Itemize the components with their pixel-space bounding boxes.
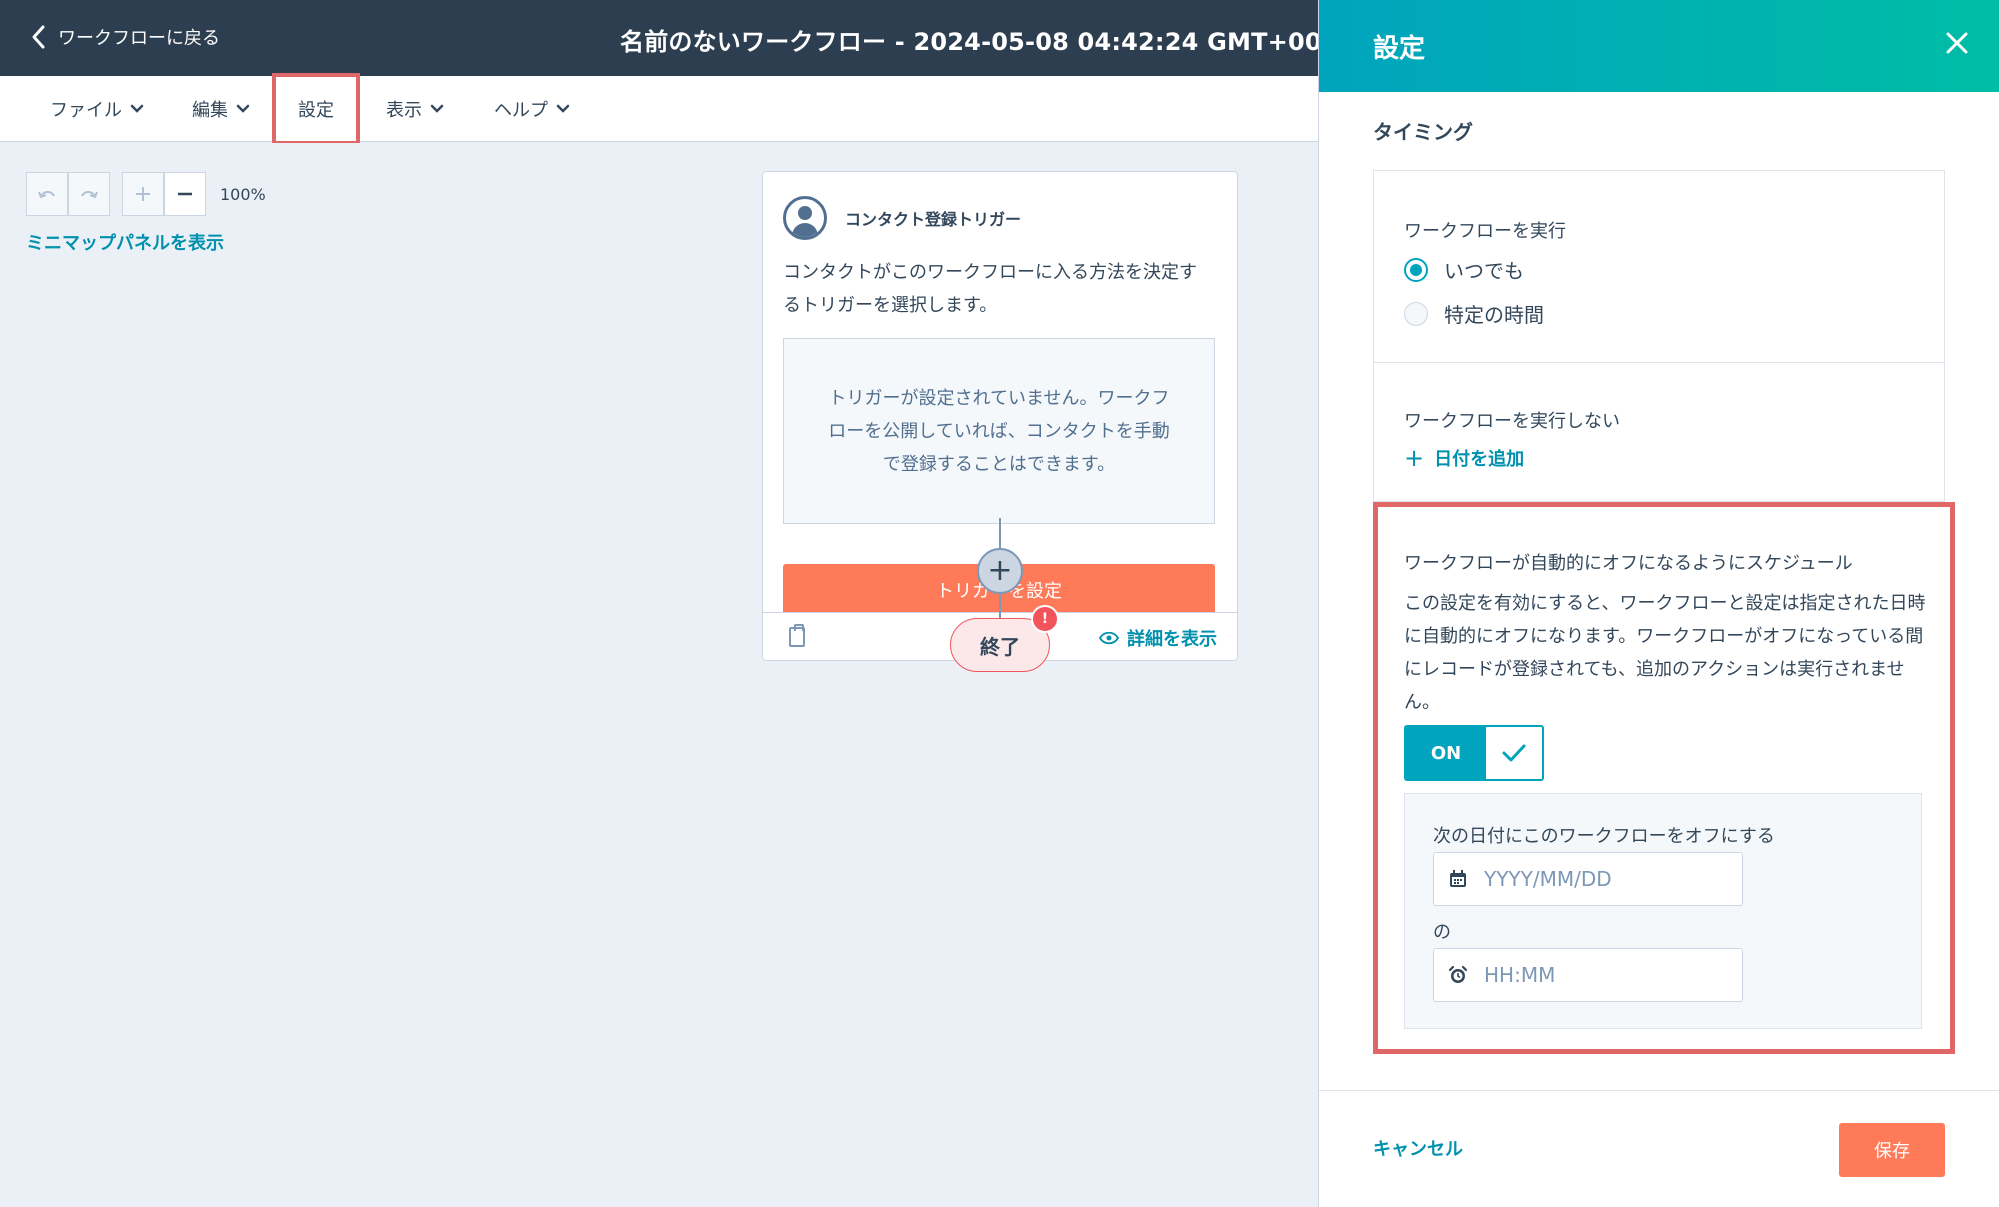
off-date-box: 次の日付にこのワークフローをオフにする YYYY/MM/DD の HH:MM — [1404, 793, 1922, 1029]
zoom-controls: 100% — [26, 172, 266, 216]
zoom-out-button[interactable] — [164, 172, 206, 216]
radio-anytime[interactable]: いつでも — [1404, 255, 1524, 284]
save-button[interactable]: 保存 — [1839, 1123, 1945, 1177]
radio-button-unchecked[interactable] — [1404, 301, 1428, 326]
undo-icon — [38, 191, 55, 199]
menu-help[interactable]: ヘルプ — [494, 76, 570, 142]
undo-button[interactable] — [26, 172, 68, 216]
menu-view[interactable]: 表示 — [386, 76, 444, 142]
calendar-icon — [1450, 870, 1466, 887]
view-details-link[interactable]: 詳細を表示 — [1099, 625, 1217, 651]
toggle-on-label: ON — [1406, 727, 1486, 779]
radio-button-checked[interactable] — [1404, 257, 1428, 282]
card-title: コンタクト登録トリガー — [845, 210, 1022, 229]
date-input[interactable]: YYYY/MM/DD — [1433, 852, 1743, 906]
add-date-link[interactable]: + 日付を追加 — [1404, 445, 1524, 471]
radio-specific-time[interactable]: 特定の時間 — [1404, 299, 1544, 328]
timing-heading: タイミング — [1373, 120, 1473, 144]
date-placeholder: YYYY/MM/DD — [1484, 867, 1612, 891]
menu-settings-label: 設定 — [298, 100, 334, 121]
run-timing-box: ワークフローを実行 いつでも 特定の時間 — [1373, 170, 1945, 362]
check-icon — [1502, 744, 1526, 762]
menu-edit-label: 編集 — [192, 100, 228, 121]
menu-file-label: ファイル — [50, 100, 122, 121]
radio-specific-time-label: 特定の時間 — [1444, 303, 1544, 327]
add-action-button[interactable]: + — [977, 548, 1023, 594]
schedule-off-section: ワークフローが自動的にオフになるようにスケジュール この設定を有効にすると、ワー… — [1373, 502, 1955, 1054]
view-details-label: 詳細を表示 — [1127, 629, 1217, 650]
settings-panel: 設定 タイミング ワークフローを実行 いつでも 特定の時間 ワークフローを実行し… — [1318, 0, 1999, 1207]
panel-footer: キャンセル 保存 — [1319, 1090, 1999, 1207]
redo-icon — [81, 191, 98, 199]
do-not-run-box: ワークフローを実行しない + 日付を追加 — [1373, 362, 1945, 502]
plus-icon: + — [1404, 444, 1425, 472]
contact-avatar-icon — [783, 196, 827, 240]
time-input[interactable]: HH:MM — [1433, 948, 1743, 1002]
menu-edit[interactable]: 編集 — [192, 76, 250, 142]
empty-trigger-message: トリガーが設定されていません。ワークフローを公開していれば、コンタクトを手動で登… — [783, 338, 1215, 524]
workflow-canvas[interactable]: 100% ミニマップパネルを表示 コンタクト登録トリガー コンタクトがこのワーク… — [0, 143, 1318, 1207]
zoom-level: 100% — [220, 184, 266, 204]
connector-line — [999, 594, 1001, 618]
schedule-off-description: この設定を有効にすると、ワークフローと設定は指定された日時に自動的にオフになりま… — [1404, 593, 1926, 713]
cancel-button[interactable]: キャンセル — [1373, 1135, 1463, 1161]
time-placeholder: HH:MM — [1484, 963, 1556, 987]
chevron-down-icon — [130, 104, 144, 113]
of-label: の — [1433, 922, 1451, 943]
alert-badge: ! — [1031, 605, 1059, 633]
clipboard-icon[interactable] — [789, 624, 805, 647]
menu-settings[interactable]: 設定 — [272, 73, 360, 145]
close-icon[interactable] — [1942, 28, 1972, 58]
alarm-clock-icon — [1448, 965, 1468, 983]
show-minimap-link[interactable]: ミニマップパネルを表示 — [26, 229, 224, 255]
chevron-down-icon — [236, 104, 250, 113]
menu-view-label: 表示 — [386, 100, 422, 121]
panel-header: 設定 — [1319, 0, 1999, 92]
off-date-label: 次の日付にこのワークフローをオフにする — [1433, 826, 1775, 847]
menu-help-label: ヘルプ — [494, 100, 548, 121]
run-workflow-label: ワークフローを実行 — [1404, 221, 1566, 242]
card-description: コンタクトがこのワークフローに入る方法を決定するトリガーを選択します。 — [783, 262, 1197, 316]
redo-button[interactable] — [68, 172, 110, 216]
zoom-in-button[interactable] — [122, 172, 164, 216]
eye-icon — [1099, 631, 1119, 645]
plus-icon: + — [987, 553, 1013, 588]
menu-bar: ファイル 編集 設定 表示 ヘルプ — [0, 73, 1318, 145]
workflow-title[interactable]: 名前のないワークフロー - 2024-05-08 04:42:24 GMT+00… — [620, 22, 1356, 57]
back-label: ワークフローに戻る — [58, 28, 220, 49]
card-header: コンタクト登録トリガー — [783, 196, 1021, 240]
back-to-workflows-link[interactable]: ワークフローに戻る — [30, 24, 220, 50]
menu-file[interactable]: ファイル — [50, 76, 144, 142]
chevron-left-icon — [32, 25, 45, 49]
schedule-off-title: ワークフローが自動的にオフになるようにスケジュール — [1404, 553, 1853, 574]
radio-anytime-label: いつでも — [1444, 259, 1524, 283]
chevron-down-icon — [556, 104, 570, 113]
zoom-out-icon — [178, 192, 192, 196]
zoom-in-icon — [136, 187, 150, 201]
toggle-knob — [1486, 727, 1542, 779]
chevron-down-icon — [430, 104, 444, 113]
panel-title: 設定 — [1373, 34, 1426, 64]
connector-line — [999, 518, 1001, 552]
add-date-label: 日付を追加 — [1434, 449, 1525, 470]
do-not-run-label: ワークフローを実行しない — [1404, 411, 1620, 432]
schedule-off-toggle[interactable]: ON — [1404, 725, 1544, 781]
top-bar: ワークフローに戻る 名前のないワークフロー - 2024-05-08 04:42… — [0, 0, 1355, 76]
